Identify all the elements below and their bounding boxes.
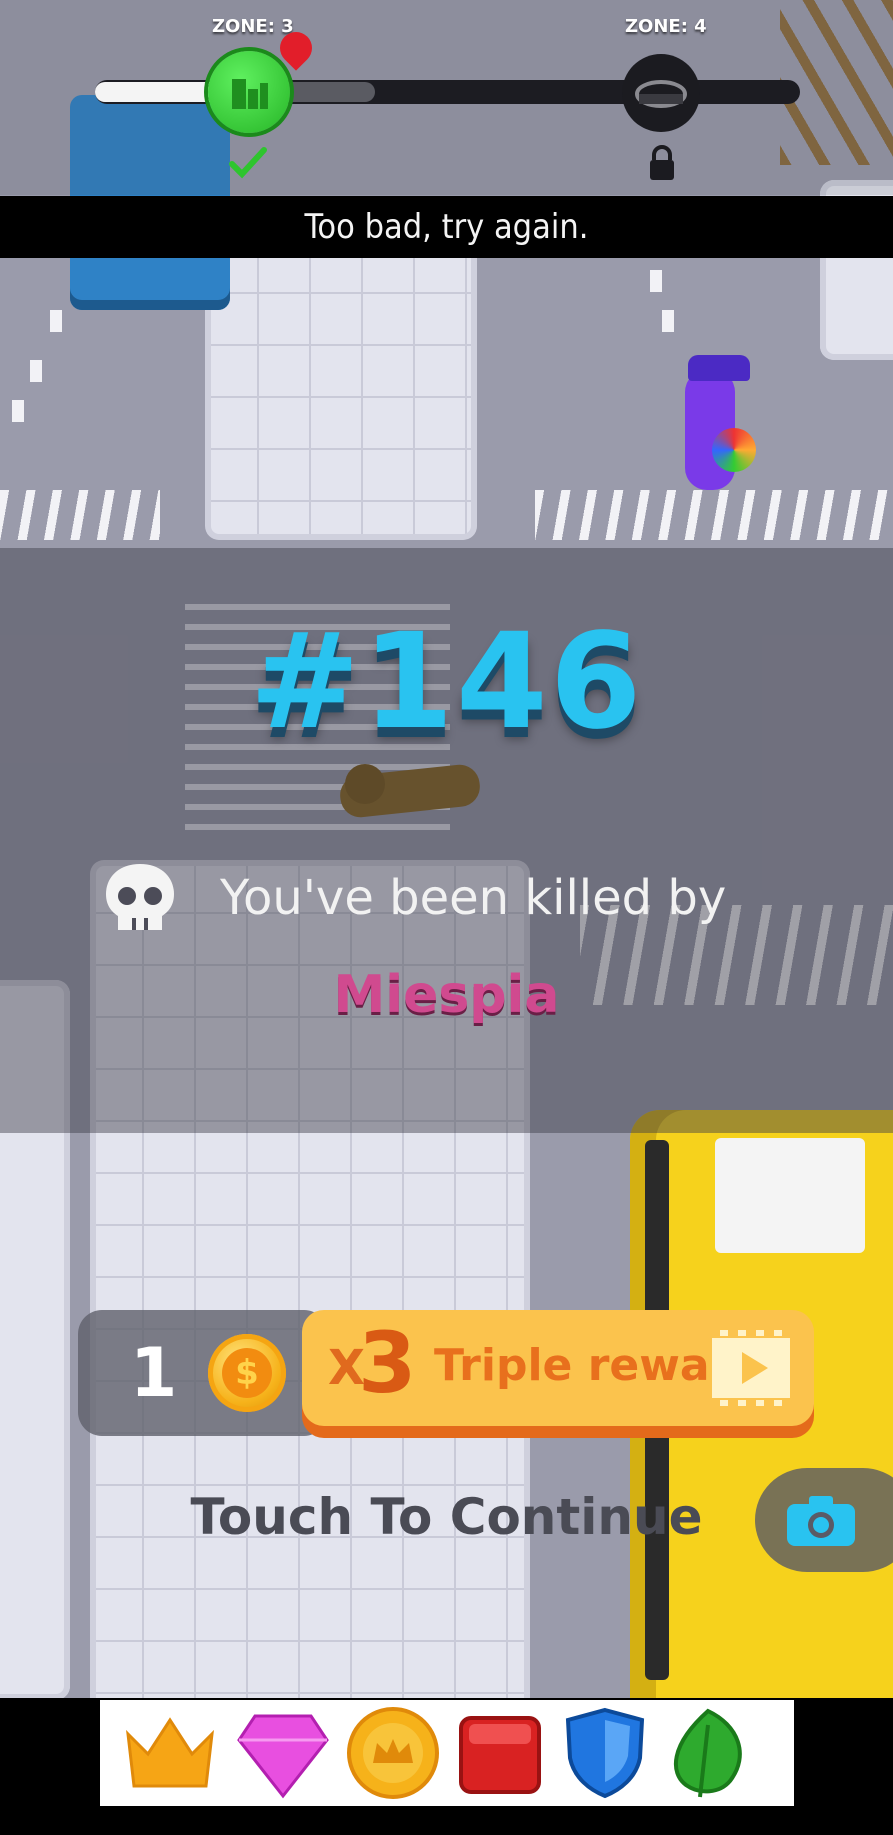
lane-dash bbox=[50, 310, 62, 332]
lane-dash bbox=[30, 360, 42, 382]
killer-name: Miespia bbox=[333, 965, 560, 1025]
lock-icon bbox=[650, 145, 674, 180]
red-block-icon bbox=[459, 1716, 541, 1794]
zone-3-node bbox=[208, 51, 290, 133]
ad-banner-content[interactable] bbox=[100, 1700, 794, 1806]
checkmark-icon bbox=[229, 147, 267, 179]
shield-icon bbox=[565, 1707, 645, 1799]
status-message: Too bad, try again. bbox=[0, 196, 893, 258]
crown-coin-icon bbox=[347, 1707, 439, 1799]
triple-multiplier-value: 3 bbox=[358, 1314, 417, 1412]
coin-symbol: $ bbox=[222, 1348, 272, 1398]
coin-count: 1 bbox=[130, 1334, 178, 1413]
coin-reward-box bbox=[78, 1310, 328, 1436]
lane-dash bbox=[12, 400, 24, 422]
crown-icon bbox=[126, 1717, 214, 1788]
camera-icon bbox=[787, 1496, 855, 1546]
stadium-icon bbox=[635, 80, 687, 108]
camera-button[interactable] bbox=[755, 1468, 893, 1572]
killed-by-label: You've been killed by bbox=[220, 870, 727, 926]
coin-icon: $ bbox=[208, 1334, 286, 1412]
sidewalk-upper bbox=[205, 240, 477, 540]
ad-banner[interactable] bbox=[0, 1698, 893, 1835]
skull-icon bbox=[106, 864, 174, 930]
crosswalk-right bbox=[535, 490, 893, 540]
video-play-icon bbox=[712, 1328, 790, 1408]
zone-4-node bbox=[622, 54, 700, 132]
police-hat bbox=[688, 355, 750, 381]
bus-roof-panel bbox=[715, 1138, 865, 1253]
lollipop bbox=[712, 428, 756, 472]
leaf-icon bbox=[673, 1708, 742, 1798]
rank-number: #146 bbox=[249, 605, 644, 759]
zone-current-label: ZONE: 3 bbox=[212, 16, 294, 37]
gem-icon bbox=[237, 1714, 329, 1799]
city-icon bbox=[232, 79, 268, 109]
zone-next-label: ZONE: 4 bbox=[625, 16, 707, 37]
lane-dash bbox=[650, 270, 662, 292]
lane-dash bbox=[662, 310, 674, 332]
crosswalk-left bbox=[0, 490, 160, 540]
